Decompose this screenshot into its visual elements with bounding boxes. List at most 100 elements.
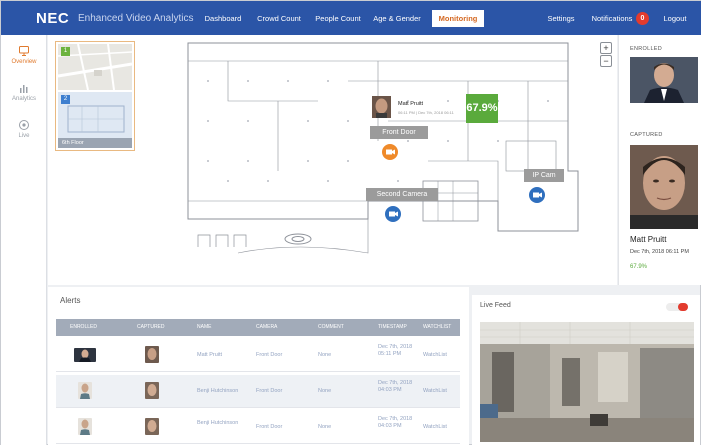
enrolled-face-image xyxy=(630,57,698,103)
left-sidebar: Overview Analytics Live xyxy=(1,35,47,445)
face-icon xyxy=(80,383,90,399)
captured-person-name: Matt Pruitt xyxy=(630,235,667,244)
captured-thumbnail xyxy=(145,346,159,363)
nav-people-count[interactable]: People Count xyxy=(312,10,364,27)
nav-crowd-count[interactable]: Crowd Count xyxy=(254,10,304,27)
captured-timestamp: Dec 7th, 2018 06:11 PM xyxy=(630,249,689,255)
column-header-comment[interactable]: COMMENT xyxy=(318,319,344,336)
sidebar-item-label: Overview xyxy=(11,59,37,65)
video-camera-icon xyxy=(533,192,542,198)
sidebar-item-live[interactable]: Live xyxy=(1,119,47,139)
floor-thumbnail-2[interactable]: 2 6th Floor xyxy=(58,92,132,148)
toggle-knob xyxy=(678,303,688,311)
top-navbar: NEC Enhanced Video Analytics Dashboard C… xyxy=(1,1,701,35)
row-comment: None xyxy=(318,388,332,394)
app-window: NEC Enhanced Video Analytics Dashboard C… xyxy=(0,0,701,445)
face-icon xyxy=(147,348,157,360)
table-row[interactable]: Benji Hutchinson Front Door None Dec 7th… xyxy=(56,411,460,444)
column-header-enrolled[interactable]: ENROLLED xyxy=(70,319,97,336)
enrolled-thumbnail xyxy=(74,348,96,362)
nav-notifications[interactable]: Notifications xyxy=(590,10,634,27)
captured-photo[interactable] xyxy=(630,145,698,229)
captured-thumbnail xyxy=(145,382,159,399)
popup-face-thumbnail[interactable] xyxy=(372,96,391,118)
face-icon xyxy=(147,420,157,432)
row-timestamp: Dec 7th, 2018 04:03 PM xyxy=(378,416,413,429)
row-comment: None xyxy=(318,424,332,430)
nav-age-gender[interactable]: Age & Gender xyxy=(370,10,424,27)
enrolled-label: ENROLLED xyxy=(630,46,663,52)
captured-face-image xyxy=(630,145,698,229)
zoom-in-button[interactable]: + xyxy=(600,42,612,54)
popup-person-name: Matt Pruitt xyxy=(398,101,424,107)
row-name[interactable]: Benji Hutchinson xyxy=(197,420,247,427)
row-camera: Front Door xyxy=(256,424,283,430)
camera-label-ip-cam[interactable]: IP Cam xyxy=(524,169,564,182)
camera-marker-ip-cam[interactable] xyxy=(529,187,545,203)
column-header-watchlist[interactable]: WATCHLIST xyxy=(423,319,451,336)
floor-thumbnail-1[interactable]: 1 xyxy=(58,44,132,90)
captured-label: CAPTURED xyxy=(630,132,663,138)
nav-settings[interactable]: Settings xyxy=(544,10,578,27)
video-camera-icon xyxy=(389,211,398,217)
camera-label-second-camera[interactable]: Second Camera xyxy=(366,188,438,201)
column-header-name[interactable]: NAME xyxy=(197,319,211,336)
alerts-table-header: ENROLLED CAPTURED NAME CAMERA COMMENT TI… xyxy=(56,319,460,336)
live-icon xyxy=(18,119,30,131)
enrolled-thumbnail xyxy=(78,382,92,399)
table-row[interactable]: Matt Pruitt Front Door None Dec 7th, 201… xyxy=(56,339,460,372)
floor-badge-2: 2 xyxy=(61,95,70,104)
floor-plan-drawing xyxy=(187,42,579,254)
live-feed-panel: Live Feed xyxy=(472,295,700,445)
alerts-title: Alerts xyxy=(60,296,81,305)
face-icon xyxy=(147,384,157,396)
enrolled-thumbnail xyxy=(78,418,92,435)
camera-label-front-door[interactable]: Front Door xyxy=(370,126,428,139)
zoom-out-button[interactable]: − xyxy=(600,55,612,67)
floor-label: 6th Floor xyxy=(58,138,132,148)
floor-badge-1: 1 xyxy=(61,47,70,56)
row-watchlist[interactable]: WatchList xyxy=(423,388,447,395)
table-row[interactable]: Benji Hutchinson Front Door None Dec 7th… xyxy=(56,375,460,408)
nav-dashboard[interactable]: Dashboard xyxy=(198,10,248,27)
row-watchlist[interactable]: WatchList xyxy=(423,352,447,359)
camera-marker-front-door[interactable] xyxy=(382,144,398,160)
app-title: Enhanced Video Analytics xyxy=(78,13,194,24)
face-icon xyxy=(375,98,388,118)
face-icon xyxy=(79,349,91,362)
sidebar-item-analytics[interactable]: Analytics xyxy=(1,82,47,102)
column-header-timestamp[interactable]: TIMESTAMP xyxy=(378,319,407,336)
row-camera: Front Door xyxy=(256,388,283,394)
row-name[interactable]: Matt Pruitt xyxy=(197,352,222,359)
row-name[interactable]: Benji Hutchinson xyxy=(197,388,238,395)
video-camera-icon xyxy=(386,149,395,155)
row-comment: None xyxy=(318,352,332,358)
nav-monitoring[interactable]: Monitoring xyxy=(432,10,484,27)
live-video-feed[interactable] xyxy=(480,322,694,442)
sidebar-item-overview[interactable]: Overview xyxy=(1,45,47,65)
live-feed-toggle[interactable] xyxy=(666,303,688,311)
face-icon xyxy=(80,419,90,435)
notification-count-badge[interactable]: 0 xyxy=(636,12,649,25)
live-feed-title: Live Feed xyxy=(480,302,511,309)
popup-person-timestamp: 06:11 PM | Dec 7th, 2018 06:11 xyxy=(398,110,454,115)
floor-thumbnails: 1 2 6th Floor xyxy=(55,41,135,151)
alerts-panel: Alerts ENROLLED CAPTURED NAME CAMERA COM… xyxy=(48,287,469,445)
sidebar-item-label: Live xyxy=(18,133,30,139)
row-watchlist[interactable]: WatchList xyxy=(423,424,447,431)
nav-logout[interactable]: Logout xyxy=(660,10,690,27)
row-camera: Front Door xyxy=(256,352,283,358)
floor-map-panel: 1 2 6th Floor Matt Pruitt 06:11 PM | Dec… xyxy=(48,35,617,285)
match-score-badge: 67.9% xyxy=(466,94,498,123)
enrolled-photo[interactable] xyxy=(630,57,698,103)
camera-marker-second-camera[interactable] xyxy=(385,206,401,222)
match-detail-panel: ENROLLED CAPTURED Matt Pruitt Dec 7th, 2… xyxy=(618,35,701,285)
column-header-camera[interactable]: CAMERA xyxy=(256,319,277,336)
row-timestamp: Dec 7th, 2018 04:03 PM xyxy=(378,380,413,393)
column-header-captured[interactable]: CAPTURED xyxy=(137,319,165,336)
nec-logo[interactable]: NEC xyxy=(36,10,69,27)
office-camera-image xyxy=(480,322,694,442)
captured-thumbnail xyxy=(145,418,159,435)
row-timestamp: Dec 7th, 2018 05:11 PM xyxy=(378,344,413,357)
monitor-icon xyxy=(18,45,30,57)
